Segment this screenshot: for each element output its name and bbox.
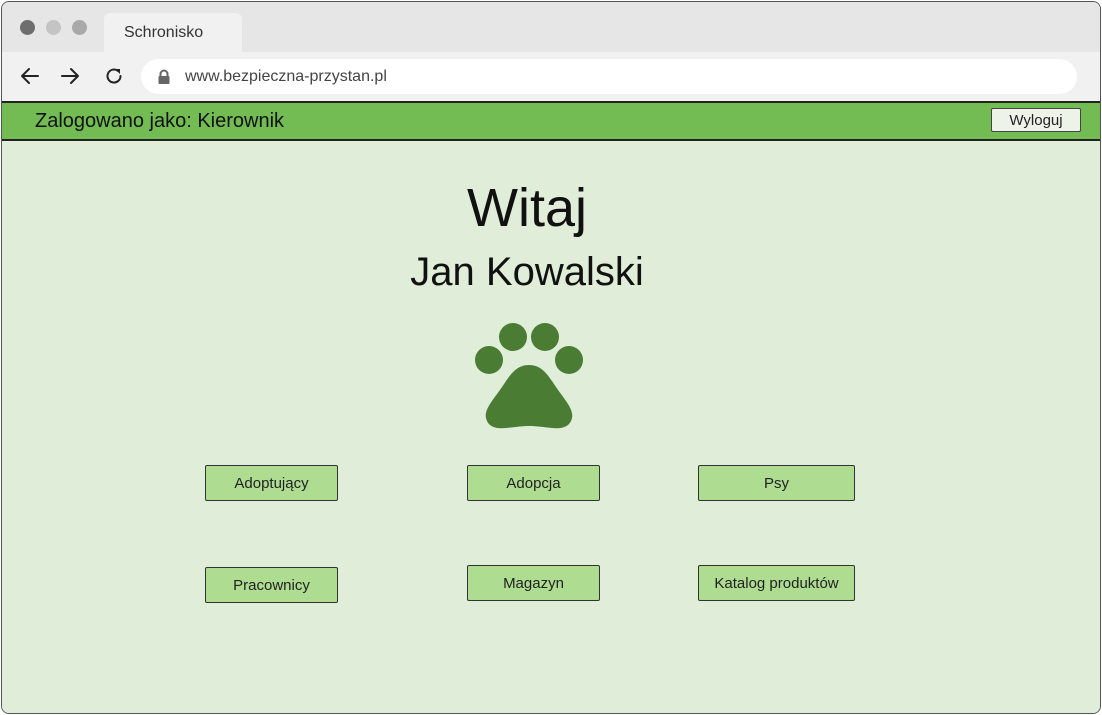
product-catalog-button[interactable]: Katalog produktów	[698, 565, 855, 601]
forward-arrow-icon[interactable]	[58, 64, 82, 88]
logout-button[interactable]: Wyloguj	[991, 108, 1081, 132]
adoption-button[interactable]: Adopcja	[467, 465, 600, 501]
paw-icon	[472, 323, 586, 436]
browser-titlebar: Schronisko	[2, 2, 1100, 53]
tab-title: Schronisko	[124, 24, 204, 41]
close-window-dot[interactable]	[20, 20, 35, 35]
warehouse-button[interactable]: Magazyn	[467, 565, 600, 601]
adopters-button[interactable]: Adoptujący	[205, 465, 338, 501]
lock-icon	[157, 69, 171, 90]
user-name-heading: Jan Kowalski	[410, 250, 644, 294]
back-arrow-icon[interactable]	[18, 64, 42, 88]
welcome-heading: Witaj	[467, 178, 587, 238]
url-text: www.bezpieczna-przystan.pl	[185, 68, 387, 85]
main-content: Witaj Jan Kowalski Adoptujący Adopcja Ps…	[2, 141, 1100, 713]
logged-in-status: Zalogowano jako: Kierownik	[35, 110, 285, 132]
reload-icon[interactable]	[102, 64, 126, 88]
employees-button[interactable]: Pracownicy	[205, 567, 338, 603]
dogs-button[interactable]: Psy	[698, 465, 855, 501]
minimize-window-dot[interactable]	[46, 20, 61, 35]
address-bar[interactable]: www.bezpieczna-przystan.pl	[141, 59, 1077, 94]
browser-navbar: www.bezpieczna-przystan.pl	[2, 52, 1100, 101]
maximize-window-dot[interactable]	[72, 20, 87, 35]
app-header: Zalogowano jako: Kierownik Wyloguj	[2, 101, 1100, 141]
browser-tab[interactable]: Schronisko	[104, 13, 242, 53]
browser-window: Schronisko www.bezpieczna-przystan.pl Za…	[1, 1, 1101, 714]
